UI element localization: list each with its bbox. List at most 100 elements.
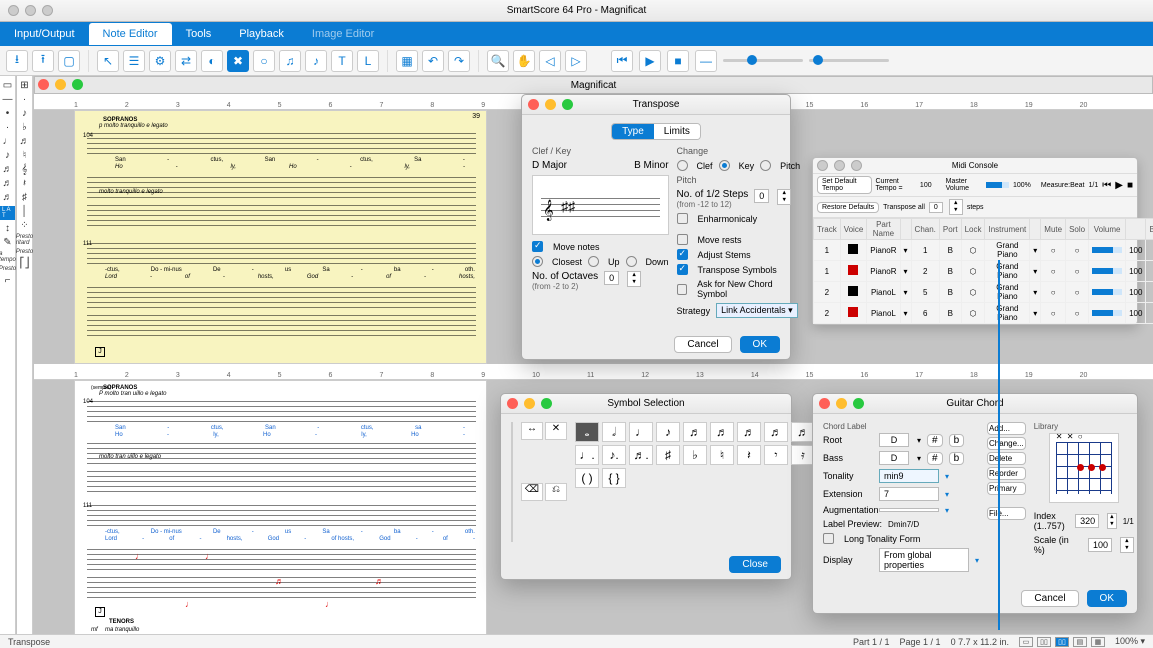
table-row[interactable]: 2PianoL▾6B⬡Grand Piano▾○○100—00 xyxy=(814,303,1153,324)
zoom-window-icon[interactable] xyxy=(42,5,53,16)
tab-note-editor[interactable]: Note Editor xyxy=(89,23,172,45)
tool-pointer-icon[interactable]: ↖ xyxy=(97,50,119,72)
palette-icon[interactable]: ↕ xyxy=(5,223,10,234)
move-rests-check[interactable] xyxy=(677,234,688,245)
view-mode-1-icon[interactable]: ▭ xyxy=(1019,637,1033,647)
palette-icon[interactable]: 𝄽 xyxy=(23,178,26,189)
palette-icon[interactable]: ⊞ xyxy=(20,80,28,91)
tool-page-icon[interactable]: ▢ xyxy=(58,50,80,72)
palette-icon[interactable]: ♮ xyxy=(23,150,27,161)
set-default-tempo-button[interactable]: Set Default Tempo xyxy=(817,176,872,194)
close-icon[interactable] xyxy=(528,99,539,110)
tool-lyric-icon[interactable]: L xyxy=(357,50,379,72)
move-notes-check[interactable] xyxy=(532,241,543,252)
tool-hand-icon[interactable]: ✋ xyxy=(513,50,535,72)
midi-rewind-icon[interactable]: ⏮ xyxy=(1102,180,1111,191)
enharmonic-check[interactable] xyxy=(677,213,688,224)
change-clef-radio[interactable] xyxy=(677,160,688,171)
tool-swap-icon[interactable]: ⇄ xyxy=(175,50,197,72)
transpose-stepper[interactable]: ▴▾ xyxy=(949,199,963,215)
restore-defaults-button[interactable]: Restore Defaults xyxy=(817,202,879,213)
table-row[interactable]: 1PianoR▾2B⬡Grand Piano▾○○100—00 xyxy=(814,261,1153,282)
palette-icon[interactable]: ♬ xyxy=(3,178,13,189)
ok-button[interactable]: OK xyxy=(1087,590,1127,607)
symbol-cell[interactable]: ♪ xyxy=(656,422,680,442)
dir-down-radio[interactable] xyxy=(626,256,637,267)
palette-icon[interactable]: ▭ xyxy=(3,80,12,91)
transpose-symbols-check[interactable] xyxy=(677,264,688,275)
symbol-cell[interactable]: 𝅝 xyxy=(575,422,599,442)
tool-properties-icon[interactable]: ⚙ xyxy=(149,50,171,72)
bass-select[interactable]: D xyxy=(879,451,909,465)
transpose-mode-segment[interactable]: TypeLimits xyxy=(611,123,701,140)
symbol-cell[interactable]: 𝄾 xyxy=(764,445,788,465)
tool-begin-recognition-icon[interactable]: ⭳ xyxy=(6,50,28,72)
palette-icon[interactable]: ♪ xyxy=(5,150,10,161)
delete-button[interactable]: Delete xyxy=(987,452,1026,465)
close-button[interactable]: Close xyxy=(729,556,781,573)
min-icon[interactable] xyxy=(836,398,847,409)
palette-icon[interactable]: Presto xyxy=(0,266,16,272)
tool-text-icon[interactable]: T xyxy=(331,50,353,72)
symbol-cell[interactable]: ♭ xyxy=(683,445,707,465)
symbol-cell[interactable]: ♯ xyxy=(656,445,680,465)
tool-grid-icon[interactable]: ▦ xyxy=(396,50,418,72)
steps-stepper[interactable]: ▴▾ xyxy=(777,189,791,205)
tab-tools[interactable]: Tools xyxy=(172,23,226,45)
index-stepper[interactable]: ▴▾ xyxy=(1107,513,1117,529)
max-icon[interactable] xyxy=(541,398,552,409)
palette-icon[interactable]: — xyxy=(3,94,13,105)
score-original[interactable]: 39 SOPRANOS p molto tranquillo e legato … xyxy=(74,110,487,364)
symbol-category-list[interactable]: Accidentals Articulations Barlines & Rep… xyxy=(511,422,513,542)
minimize-window-icon[interactable] xyxy=(25,5,36,16)
zoom-control[interactable]: 100% ▾ xyxy=(1115,636,1145,647)
score-recognized[interactable]: SOPRANOS (sempre) P molto tran uillo e l… xyxy=(74,380,487,634)
palette-icon[interactable]: L A T xyxy=(0,206,15,220)
scale-value[interactable]: 100 xyxy=(1088,538,1112,552)
tool-undo-icon[interactable]: ↶ xyxy=(422,50,444,72)
symbol-cell[interactable]: { } xyxy=(602,468,626,488)
symbol-cell[interactable]: ♪. xyxy=(602,445,626,465)
view-mode-5-icon[interactable]: ▦ xyxy=(1091,637,1105,647)
symbol-cell[interactable]: ♬. xyxy=(629,445,653,465)
midi-play-icon[interactable]: ▶ xyxy=(1115,180,1123,191)
symbol-cell[interactable]: 𝄽 xyxy=(737,445,761,465)
palette-icon[interactable]: · xyxy=(6,122,9,133)
close-window-icon[interactable] xyxy=(8,5,19,16)
close-icon[interactable] xyxy=(38,79,49,90)
tool-move-icon[interactable]: ↔ xyxy=(521,422,543,440)
flat-button[interactable]: b xyxy=(949,434,965,447)
tool-zoom-icon[interactable]: 🔍 xyxy=(487,50,509,72)
cancel-button[interactable]: Cancel xyxy=(674,336,731,353)
tool-redo-icon[interactable]: ↷ xyxy=(448,50,470,72)
table-row[interactable]: 2PianoL▾5B⬡Grand Piano▾○○100—00 xyxy=(814,282,1153,303)
palette-icon[interactable]: ♩ xyxy=(3,136,13,147)
max-icon[interactable] xyxy=(72,79,83,90)
palette-icon[interactable]: ♪ xyxy=(22,108,27,119)
tab-playback[interactable]: Playback xyxy=(225,23,298,45)
symbol-cell[interactable]: ♮ xyxy=(710,445,734,465)
master-volume-slider[interactable] xyxy=(986,182,1009,188)
close-icon[interactable] xyxy=(817,160,828,171)
min-icon[interactable] xyxy=(524,398,535,409)
close-icon[interactable] xyxy=(819,398,830,409)
tool-rest-icon[interactable]: ♪ xyxy=(305,50,327,72)
index-value[interactable]: 320 xyxy=(1075,514,1099,528)
tool-next-icon[interactable]: ▷ xyxy=(565,50,587,72)
flat-button[interactable]: b xyxy=(949,452,965,465)
symbol-cell[interactable]: ♬ xyxy=(710,422,734,442)
tab-image-editor[interactable]: Image Editor xyxy=(298,23,388,45)
primary-button[interactable]: Primary xyxy=(987,482,1026,495)
octaves-stepper[interactable]: ▴▾ xyxy=(627,271,641,287)
view-mode-3-icon[interactable]: ▯▯ xyxy=(1055,637,1069,647)
pause-button[interactable]: — xyxy=(695,50,717,72)
tool-remove-icon[interactable]: ✖ xyxy=(227,50,249,72)
change-key-radio[interactable] xyxy=(719,160,730,171)
tab-input-output[interactable]: Input/Output xyxy=(0,23,89,45)
table-row[interactable]: 1PianoR▾1B⬡Grand Piano▾○○100—00 xyxy=(814,240,1153,261)
tool-contrast-icon[interactable]: ◐ xyxy=(201,50,223,72)
midi-stop-icon[interactable]: ■ xyxy=(1127,180,1133,191)
tool-notehead-icon[interactable]: ○ xyxy=(253,50,275,72)
extension-select[interactable]: 7 xyxy=(879,487,939,501)
strategy-select[interactable]: Link Accidentals ▾ xyxy=(716,303,798,318)
